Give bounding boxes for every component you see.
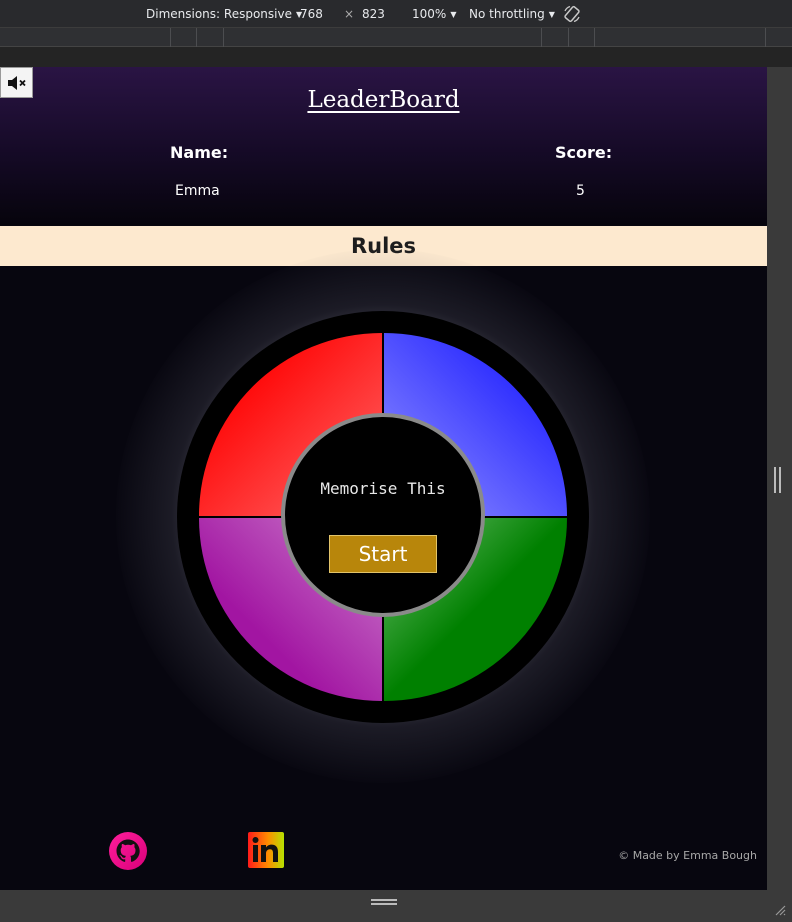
height-input[interactable]: 823: [362, 7, 385, 21]
page-viewport: LeaderBoard Name: Score: Emma 5 Rules Me…: [0, 67, 767, 890]
name-column-header: Name:: [170, 143, 229, 162]
times-separator: ×: [344, 7, 355, 21]
linkedin-icon[interactable]: [248, 832, 284, 868]
chevron-down-icon: ▼: [450, 10, 457, 19]
start-button[interactable]: Start: [329, 535, 437, 573]
start-label: Start: [358, 542, 408, 566]
game-prompt: Memorise This: [320, 479, 446, 498]
viewport-bottom-resize-handle[interactable]: [0, 890, 792, 922]
dimensions-dropdown[interactable]: Dimensions: Responsive ▼: [146, 7, 302, 22]
viewport-gutter: [0, 47, 792, 67]
board-center: Memorise This Start: [281, 413, 485, 617]
viewport-right-resize-handle[interactable]: [767, 67, 792, 890]
copyright-text: © Made by Emma Bough: [618, 849, 757, 862]
leaderboard-title: LeaderBoard: [307, 87, 460, 113]
github-icon[interactable]: [108, 831, 148, 871]
resize-corner-icon[interactable]: [774, 904, 786, 916]
game-board: Memorise This Start: [177, 311, 589, 723]
dimensions-label: Dimensions: Responsive: [146, 7, 292, 21]
media-query-ruler: [0, 28, 792, 47]
leaderboard-entry-name: Emma: [175, 183, 220, 199]
devtools-device-toolbar: Dimensions: Responsive ▼ 768 × 823 100% ▼ …: [0, 0, 792, 28]
chevron-down-icon: ▼: [548, 10, 555, 19]
throttling-dropdown[interactable]: No throttling ▼: [469, 7, 555, 22]
zoom-label: 100%: [412, 7, 447, 21]
leaderboard-entry-score: 5: [576, 183, 585, 199]
width-input[interactable]: 768: [300, 7, 323, 21]
rotate-icon[interactable]: [562, 4, 582, 24]
zoom-dropdown[interactable]: 100% ▼: [412, 7, 456, 22]
score-column-header: Score:: [555, 143, 613, 162]
leaderboard-section: LeaderBoard Name: Score: Emma 5: [0, 67, 767, 225]
throttling-label: No throttling: [469, 7, 545, 21]
